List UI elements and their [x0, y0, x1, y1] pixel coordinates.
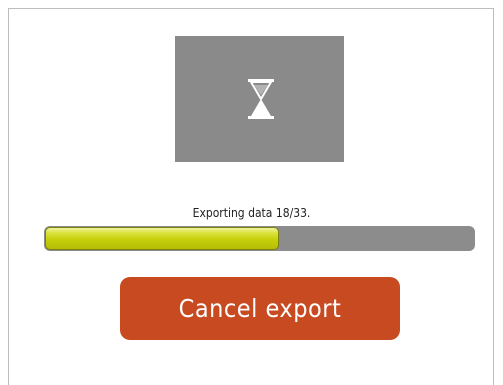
export-status-text: Exporting data 18/33. — [192, 206, 311, 220]
export-progress-fill — [45, 227, 279, 250]
hourglass-panel — [175, 36, 344, 162]
export-progress-bar — [44, 226, 475, 251]
hourglass-icon — [248, 79, 274, 119]
cancel-export-button[interactable]: Cancel export — [120, 277, 400, 340]
